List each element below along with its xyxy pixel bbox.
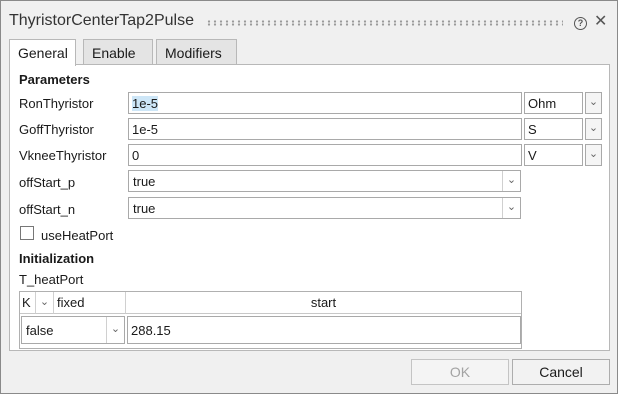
ron-thyristor-unit[interactable]: Ohm: [524, 92, 583, 114]
tab-modifiers-label: Modifiers: [165, 45, 222, 61]
close-icon[interactable]: ✕: [594, 14, 607, 30]
fixed-combo[interactable]: false ⌄: [21, 316, 125, 344]
off-start-n-label: offStart_n: [19, 202, 76, 217]
off-start-p-label: offStart_p: [19, 175, 76, 190]
goff-thyristor-input[interactable]: 1e-5: [128, 118, 522, 140]
use-heat-port-label: useHeatPort: [41, 228, 114, 243]
help-icon[interactable]: ?: [574, 17, 587, 30]
tab-modifiers[interactable]: Modifiers: [156, 39, 237, 65]
initialization-heading: Initialization: [19, 251, 95, 266]
start-column-header: start: [126, 292, 521, 314]
dialog-window: ThyristorCenterTap2Pulse ? ✕ General Ena…: [0, 0, 618, 394]
ron-thyristor-input[interactable]: 1e-5: [128, 92, 522, 114]
window-title: ThyristorCenterTap2Pulse: [9, 12, 194, 29]
vknee-unit-dropdown-icon[interactable]: ⌄: [585, 144, 602, 166]
chevron-down-icon[interactable]: ⌄: [106, 317, 124, 343]
chevron-down-icon[interactable]: ⌄: [502, 171, 520, 191]
parameters-heading: Parameters: [19, 72, 90, 87]
ok-button-label: OK: [449, 364, 471, 380]
goff-thyristor-label: GoffThyristor: [19, 122, 94, 137]
cancel-button-label: Cancel: [539, 364, 583, 380]
goff-unit-dropdown-icon[interactable]: ⌄: [585, 118, 602, 140]
t-heatport-grid: K ⌄ fixed start false ⌄ 288.15: [19, 291, 522, 349]
unit-chevron-down-icon[interactable]: ⌄: [36, 292, 54, 314]
drag-grip[interactable]: [206, 20, 563, 26]
start-value-input[interactable]: 288.15: [127, 316, 521, 344]
off-start-p-combo[interactable]: true ⌄: [128, 170, 521, 192]
ron-thyristor-value: 1e-5: [132, 96, 159, 111]
cancel-button[interactable]: Cancel: [512, 359, 610, 385]
ron-unit-dropdown-icon[interactable]: ⌄: [585, 92, 602, 114]
use-heat-port-checkbox[interactable]: [20, 226, 34, 240]
off-start-n-combo[interactable]: true ⌄: [128, 197, 521, 219]
fixed-value: false: [26, 323, 54, 338]
vknee-thyristor-input[interactable]: 0: [128, 144, 522, 166]
t-heatport-label: T_heatPort: [19, 272, 84, 287]
vknee-thyristor-label: VkneeThyristor: [19, 148, 107, 163]
ron-thyristor-label: RonThyristor: [19, 96, 94, 111]
ok-button[interactable]: OK: [411, 359, 509, 385]
title-bar[interactable]: ThyristorCenterTap2Pulse ? ✕: [1, 1, 617, 37]
off-start-n-value: true: [133, 201, 156, 216]
chevron-down-icon[interactable]: ⌄: [502, 198, 520, 218]
fixed-column-header: fixed: [54, 292, 126, 314]
tab-enable-label: Enable: [92, 45, 136, 61]
t-heatport-unit[interactable]: K: [20, 292, 36, 314]
vknee-thyristor-unit[interactable]: V: [524, 144, 583, 166]
off-start-p-value: true: [133, 174, 156, 189]
goff-thyristor-unit[interactable]: S: [524, 118, 583, 140]
tab-enable[interactable]: Enable: [83, 39, 153, 65]
tab-general[interactable]: General: [9, 39, 76, 66]
tab-general-label: General: [18, 45, 68, 61]
general-panel: Parameters RonThyristor 1e-5 Ohm ⌄ GoffT…: [9, 64, 610, 351]
